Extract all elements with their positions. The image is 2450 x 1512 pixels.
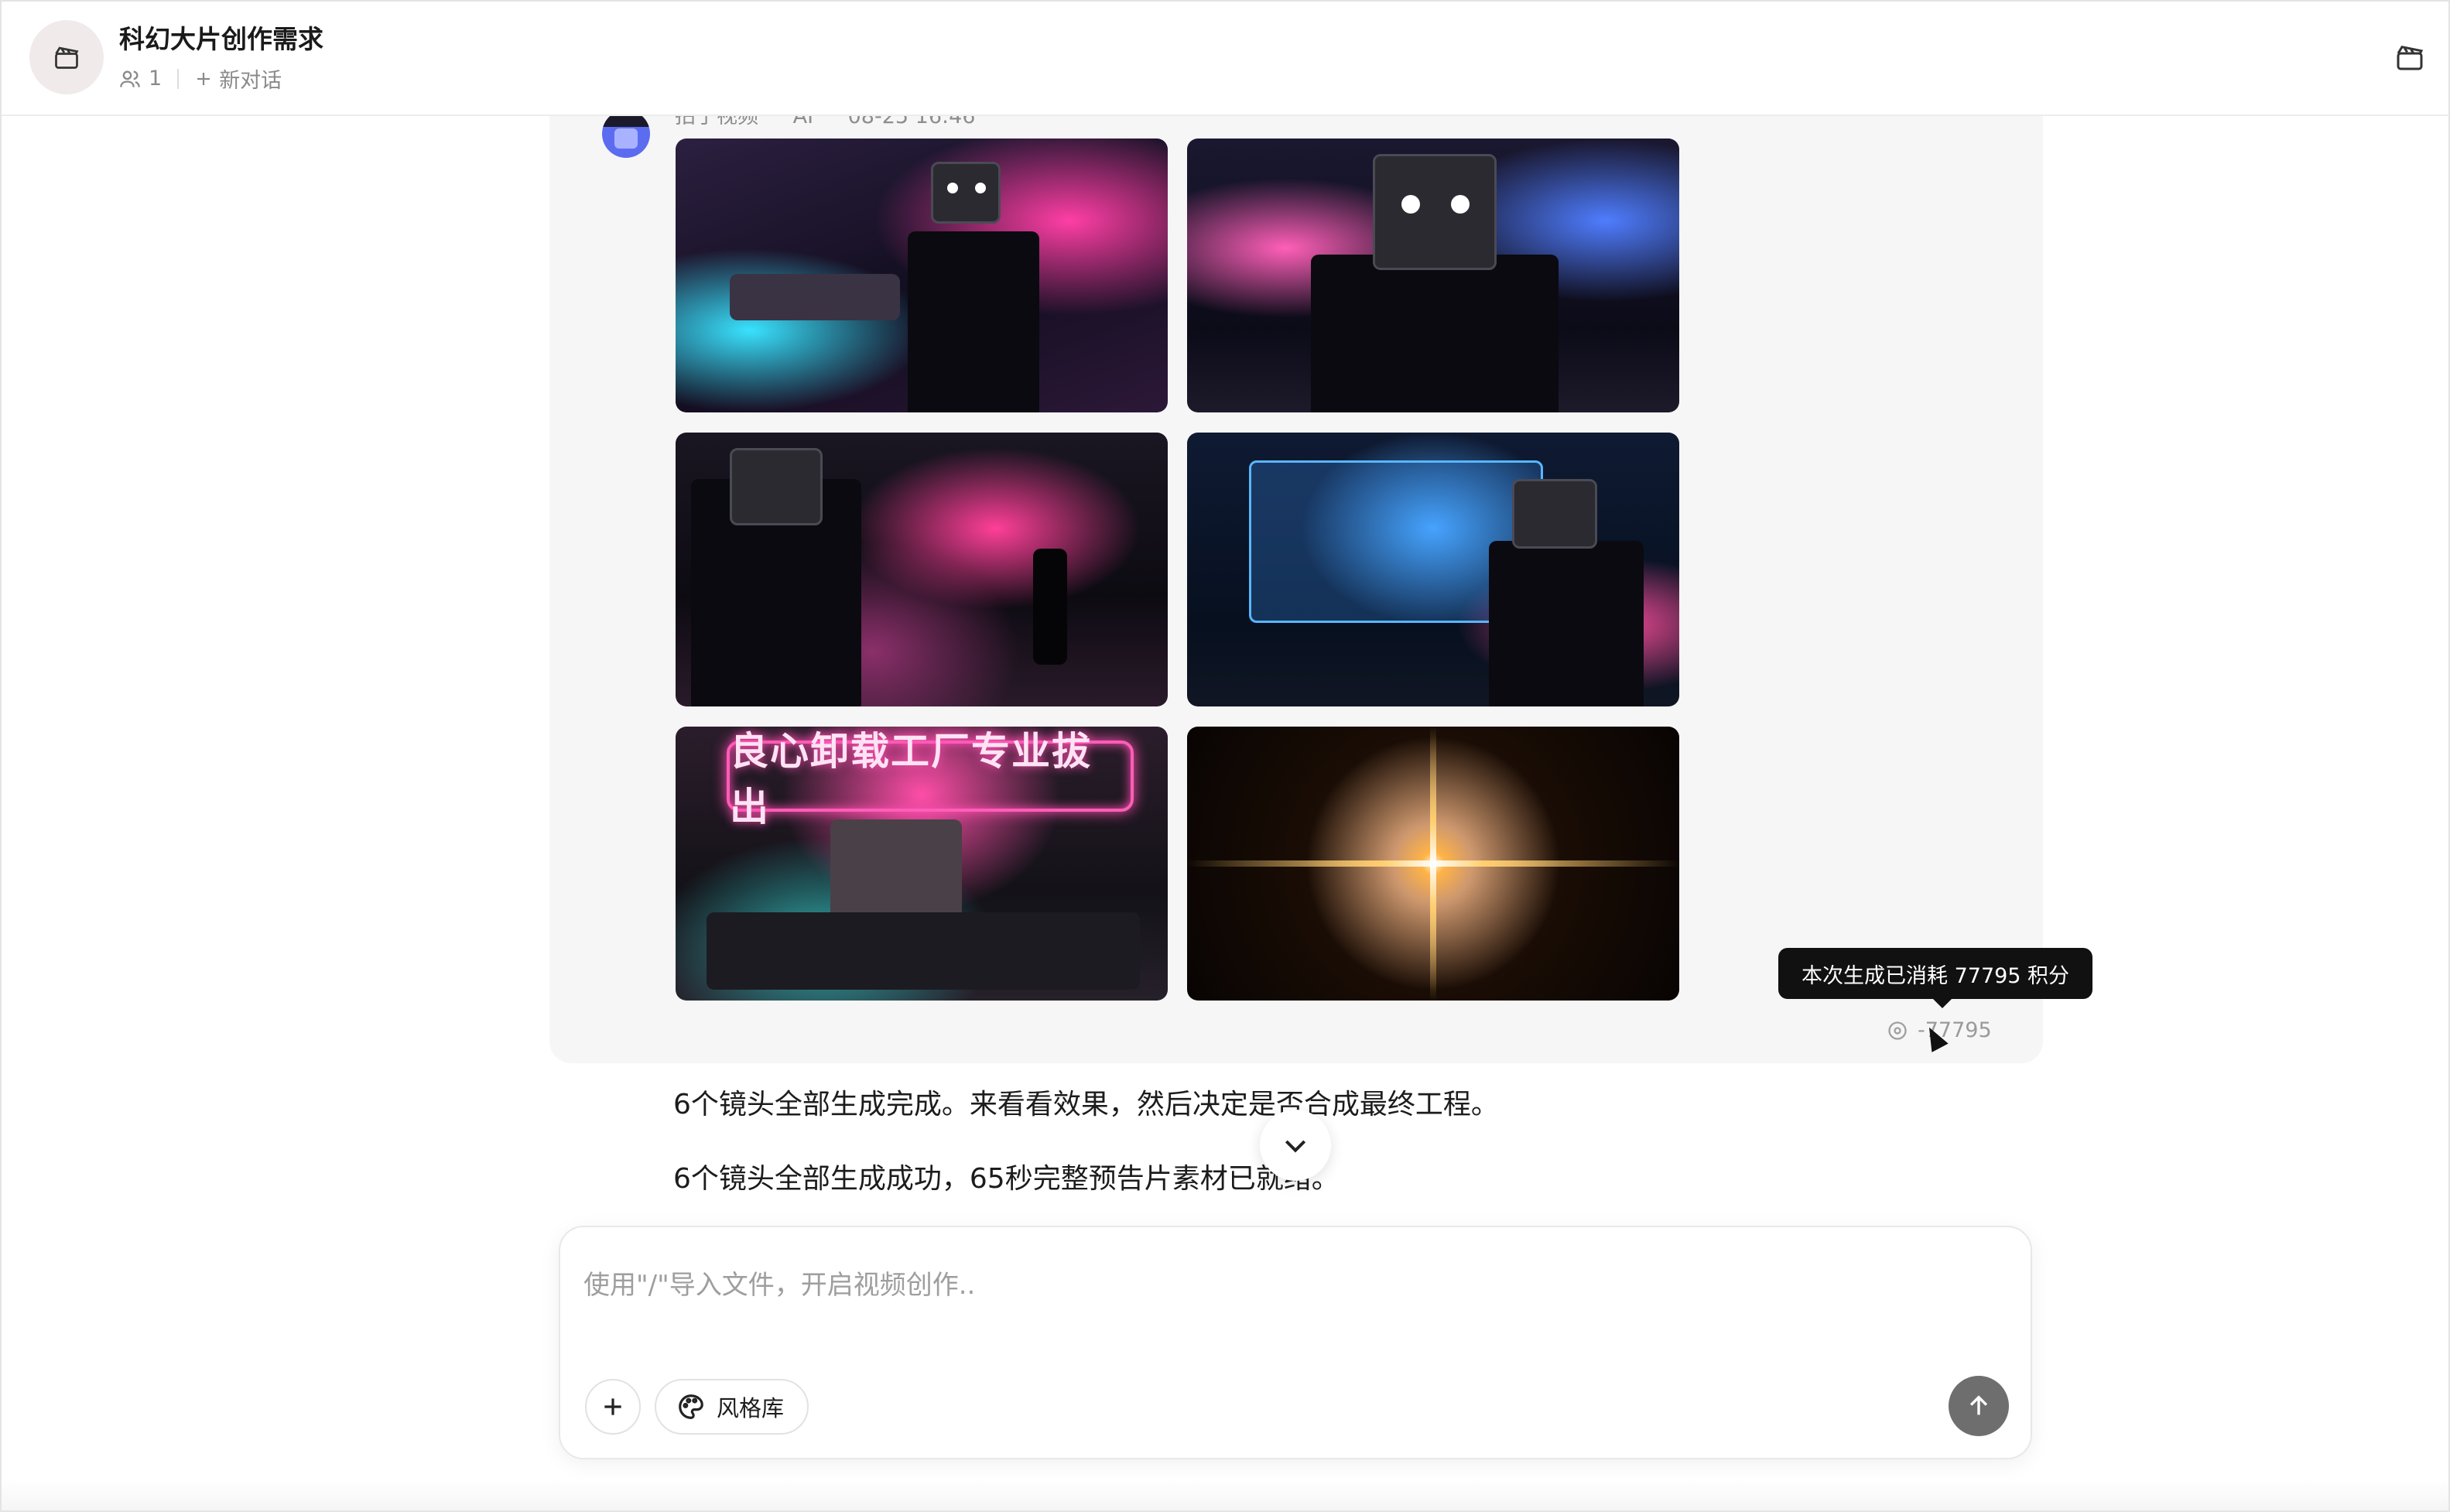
robot-head [1512,479,1597,549]
coin-icon [1888,1021,1907,1040]
style-library-label: 风格库 [717,1395,785,1421]
style-library-button[interactable]: 风格库 [655,1379,809,1435]
message-text-line-1: 6个镜头全部生成完成。来看看效果，然后决定是否合成最终工程。 [673,1089,1499,1120]
arrow-up-icon [1969,1395,1988,1415]
conversation-meta: 1 新对话 [119,63,282,94]
gun-shape [730,274,900,320]
message-text-line-2: 6个镜头全部生成成功，65秒完整预告片素材已就绪。 [673,1163,1340,1195]
distant-figure [1033,549,1067,665]
robot-eye [975,183,986,193]
robot-eye [947,183,958,193]
users-icon [120,70,140,87]
light-beam-vertical [1430,727,1436,1001]
workbench [707,912,1140,990]
robot-head [1373,154,1497,270]
credits-tooltip: 本次生成已消耗 77795 积分 [1778,948,2093,1008]
shot-thumbnail-6[interactable] [1187,727,1679,1001]
app-window: 科幻大片创作需求 1 新对话 拍了视频 AI 08-25 16:46 良心卸载工… [0,0,2450,1512]
send-button[interactable] [1949,1376,2009,1436]
chevron-down-icon [1285,1140,1306,1153]
robot-head [931,162,1001,224]
message-composer: 风格库 [559,1226,2032,1459]
scroll-to-bottom-button[interactable] [1260,1110,1331,1181]
palette-icon [679,1394,703,1419]
robot-figure [908,231,1039,412]
shot-thumbnail-4[interactable] [1187,433,1679,706]
robot-eye [1451,195,1470,214]
shot-thumbnail-3[interactable] [676,433,1168,706]
shot-thumbnail-5[interactable]: 良心卸载工厂专业拔出 [676,727,1168,1001]
conversation-title: 科幻大片创作需求 [119,24,323,54]
assistant-avatar [602,110,650,158]
shot-thumbnail-2[interactable] [1187,139,1679,412]
message-input[interactable] [583,1250,2007,1320]
project-button[interactable] [2393,40,2427,74]
avatar-face [614,128,638,149]
clapperboard-icon [2397,45,2424,70]
robot-figure [1489,541,1644,706]
robot-head [730,448,823,525]
new-chat-button[interactable]: 新对话 [194,63,282,94]
member-count: 1 [149,67,163,91]
bottom-edge [2,1480,2448,1510]
shot-thumbnail-1[interactable] [676,139,1168,412]
plus-icon [197,72,210,85]
chat-header: 科幻大片创作需求 1 新对话 [2,2,2448,116]
neon-sign: 良心卸载工厂专业拔出 [727,729,1134,830]
robot-figure [1311,255,1559,412]
conversation-avatar[interactable] [29,20,104,94]
robot-eye [1401,195,1420,214]
divider [177,68,180,89]
add-attachment-button[interactable] [585,1379,641,1435]
plus-icon [604,1398,621,1415]
clapperboard-icon [55,46,79,69]
new-chat-label: 新对话 [219,69,282,93]
